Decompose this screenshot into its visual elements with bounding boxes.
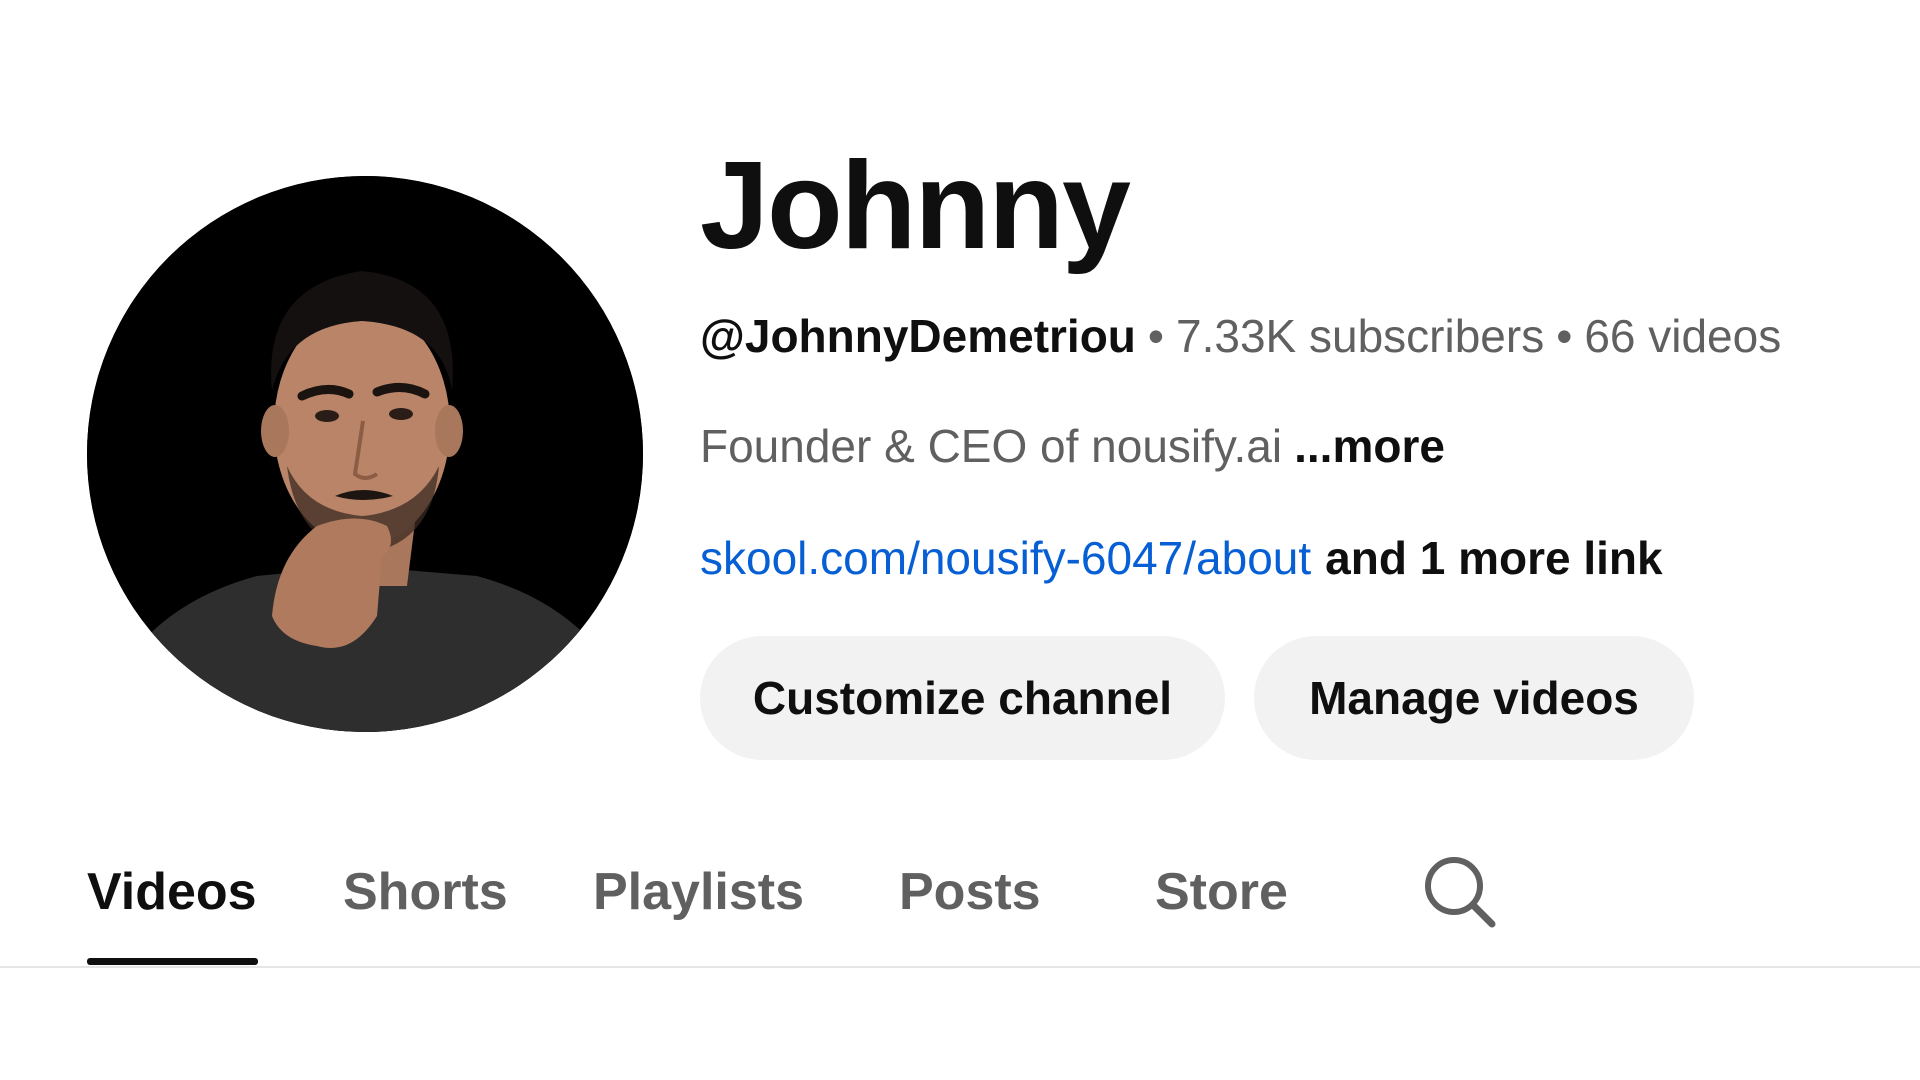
channel-links: skool.com/nousify-6047/about and 1 more l… bbox=[700, 530, 1663, 586]
tab-shorts[interactable]: Shorts bbox=[343, 860, 508, 924]
tab-posts[interactable]: Posts bbox=[899, 860, 1041, 924]
tab-store[interactable]: Store bbox=[1155, 860, 1288, 924]
customize-channel-button[interactable]: Customize channel bbox=[700, 636, 1225, 760]
search-icon[interactable] bbox=[1420, 852, 1500, 932]
channel-name: Johnny bbox=[700, 137, 1131, 275]
channel-handle: @JohnnyDemetriou bbox=[700, 310, 1136, 362]
channel-link[interactable]: skool.com/nousify-6047/about bbox=[700, 532, 1311, 584]
video-count: 66 videos bbox=[1584, 310, 1782, 362]
channel-description: Founder & CEO of nousify.ai ...more bbox=[700, 418, 1445, 474]
more-description-button[interactable]: ...more bbox=[1294, 420, 1445, 472]
subscriber-count: 7.33K subscribers bbox=[1176, 310, 1545, 362]
tabs-divider bbox=[0, 966, 1920, 968]
meta-separator: • bbox=[1147, 310, 1165, 362]
more-links-button[interactable]: and 1 more link bbox=[1325, 532, 1662, 584]
tab-videos[interactable]: Videos bbox=[87, 860, 257, 924]
description-text: Founder & CEO of nousify.ai bbox=[700, 420, 1283, 472]
channel-meta: @JohnnyDemetriou • 7.33K subscribers • 66 vi… bbox=[700, 308, 1781, 364]
meta-separator: • bbox=[1556, 310, 1573, 362]
channel-avatar[interactable] bbox=[87, 176, 643, 732]
active-tab-indicator bbox=[87, 958, 258, 965]
tab-playlists[interactable]: Playlists bbox=[593, 860, 804, 924]
manage-videos-button[interactable]: Manage videos bbox=[1254, 636, 1694, 760]
channel-tabs: Videos Shorts Playlists Posts Store bbox=[0, 840, 1920, 968]
avatar-image bbox=[87, 176, 643, 732]
